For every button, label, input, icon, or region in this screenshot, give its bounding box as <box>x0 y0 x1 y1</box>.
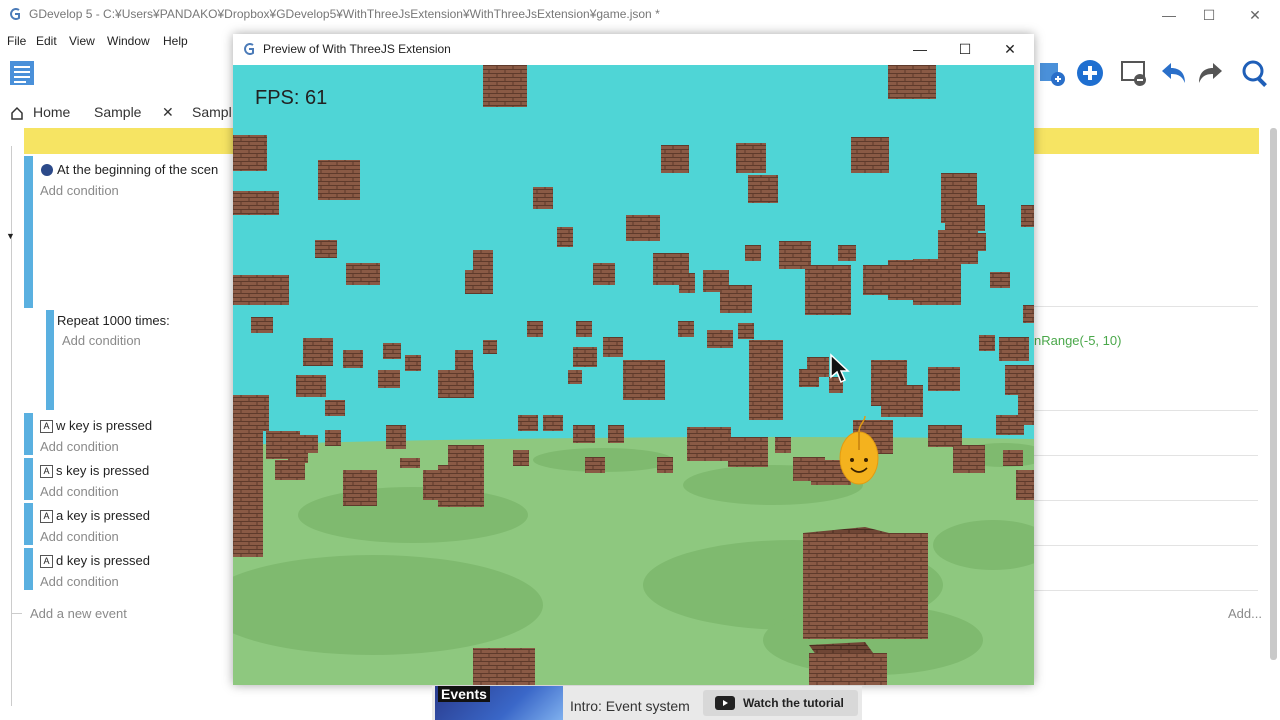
add-condition-link[interactable]: Add condition <box>40 574 119 589</box>
condition-d-key[interactable]: Ad key is pressed <box>40 553 150 568</box>
youtube-icon <box>715 696 735 710</box>
window-title: GDevelop 5 - C:¥Users¥PANDAKO¥Dropbox¥GD… <box>29 7 660 21</box>
repeat-label: Repeat 1000 times: <box>57 313 170 328</box>
event-s-key[interactable]: As key is pressed Add condition <box>33 458 233 500</box>
add-condition-link[interactable]: Add condition <box>40 529 119 544</box>
event-stripe <box>24 503 33 545</box>
close-tab-icon[interactable]: ✕ <box>162 104 174 121</box>
search-icon[interactable] <box>1240 58 1270 88</box>
close-icon[interactable]: ✕ <box>1232 0 1278 30</box>
game-scene[interactable] <box>233 65 1034 685</box>
keyboard-icon: A <box>40 420 53 433</box>
menu-window[interactable]: Window <box>107 34 150 48</box>
add-condition-link[interactable]: Add condition <box>40 484 119 499</box>
tutorial-bar: Events Intro: Event system Watch the tut… <box>432 686 862 720</box>
tutorial-title: Intro: Event system <box>570 698 690 714</box>
event-repeat[interactable]: Repeat 1000 times: Add condition <box>54 310 233 410</box>
tab-sample-2[interactable]: Sampl <box>192 104 232 120</box>
event-begin-scene[interactable]: At the beginning of the scen Add conditi… <box>33 156 233 308</box>
action-expression[interactable]: nRange(-5, 10) <box>1034 333 1121 348</box>
action-panel-w[interactable] <box>1034 413 1258 456</box>
condition-text: s key is pressed <box>56 463 150 478</box>
action-panel-a[interactable] <box>1034 503 1258 546</box>
tree-line <box>11 146 12 706</box>
tree-line <box>12 613 22 614</box>
action-panel-d[interactable] <box>1034 548 1258 591</box>
event-stripe <box>24 156 33 308</box>
event-w-key[interactable]: Aw key is pressed Add condition <box>33 413 233 455</box>
action-panel-s[interactable] <box>1034 458 1258 501</box>
game-canvas[interactable]: FPS: 61 <box>233 65 1034 685</box>
preview-titlebar: Preview of With ThreeJS Extension — ☐ ✕ <box>233 34 1034 65</box>
window-titlebar: GDevelop 5 - C:¥Users¥PANDAKO¥Dropbox¥GD… <box>0 0 1280 30</box>
close-icon[interactable]: ✕ <box>987 34 1033 64</box>
watch-tutorial-button[interactable]: Watch the tutorial <box>703 690 858 716</box>
preview-title: Preview of With ThreeJS Extension <box>263 42 451 56</box>
add-condition-link[interactable]: Add condition <box>40 183 119 198</box>
add-more-link[interactable]: Add... <box>1228 606 1262 621</box>
watch-tutorial-label: Watch the tutorial <box>743 696 844 710</box>
minimize-icon[interactable]: — <box>897 34 943 64</box>
scene-start-icon <box>41 164 53 176</box>
undo-icon[interactable] <box>1158 58 1188 88</box>
condition-text: d key is pressed <box>56 553 150 568</box>
gdevelop-logo-icon <box>244 43 254 55</box>
event-stripe <box>24 458 33 500</box>
action-panel-begin[interactable] <box>1034 156 1258 307</box>
condition-w-key[interactable]: Aw key is pressed <box>40 418 152 433</box>
tab-home[interactable]: Home <box>33 104 70 120</box>
events-scrollbar[interactable] <box>1270 128 1277 660</box>
preview-window[interactable]: Preview of With ThreeJS Extension — ☐ ✕ <box>233 34 1034 685</box>
keyboard-icon: A <box>40 465 53 478</box>
condition-text: w key is pressed <box>56 418 153 433</box>
condition-a-key[interactable]: Aa key is pressed <box>40 508 150 523</box>
menu-help[interactable]: Help <box>163 34 188 48</box>
subevent-stripe <box>46 310 54 410</box>
action-panel-repeat[interactable]: nRange(-5, 10) <box>1034 330 1258 411</box>
condition-s-key[interactable]: As key is pressed <box>40 463 149 478</box>
condition-text: a key is pressed <box>56 508 150 523</box>
collapse-arrow-icon[interactable]: ▼ <box>6 231 15 241</box>
add-condition-link[interactable]: Add condition <box>40 439 119 454</box>
event-a-key[interactable]: Aa key is pressed Add condition <box>33 503 233 545</box>
event-stripe <box>24 413 33 455</box>
condition-begin-scene[interactable]: At the beginning of the scen <box>57 162 218 177</box>
events-sheet-icon[interactable] <box>7 58 37 88</box>
add-object-icon[interactable] <box>1037 58 1067 88</box>
maximize-icon[interactable]: ☐ <box>942 34 988 64</box>
scene-editor-icon[interactable] <box>1119 58 1149 88</box>
menu-edit[interactable]: Edit <box>36 34 57 48</box>
tutorial-thumb-label: Events <box>438 686 490 702</box>
maximize-icon[interactable]: ☐ <box>1186 0 1232 30</box>
keyboard-icon: A <box>40 555 53 568</box>
add-condition-link[interactable]: Add condition <box>62 333 141 348</box>
event-stripe <box>24 548 33 590</box>
add-new-event-link[interactable]: Add a new event <box>30 606 127 621</box>
add-event-icon[interactable] <box>1075 58 1105 88</box>
fps-counter: FPS: 61 <box>255 87 328 109</box>
keyboard-icon: A <box>40 510 53 523</box>
home-icon <box>11 106 23 120</box>
tab-sample[interactable]: Sample <box>94 104 141 120</box>
menu-view[interactable]: View <box>69 34 95 48</box>
gdevelop-logo-icon <box>10 8 20 20</box>
event-d-key[interactable]: Ad key is pressed Add condition <box>33 548 233 590</box>
redo-icon[interactable] <box>1196 58 1226 88</box>
tutorial-thumbnail[interactable]: Events <box>435 686 563 720</box>
menu-file[interactable]: File <box>7 34 26 48</box>
